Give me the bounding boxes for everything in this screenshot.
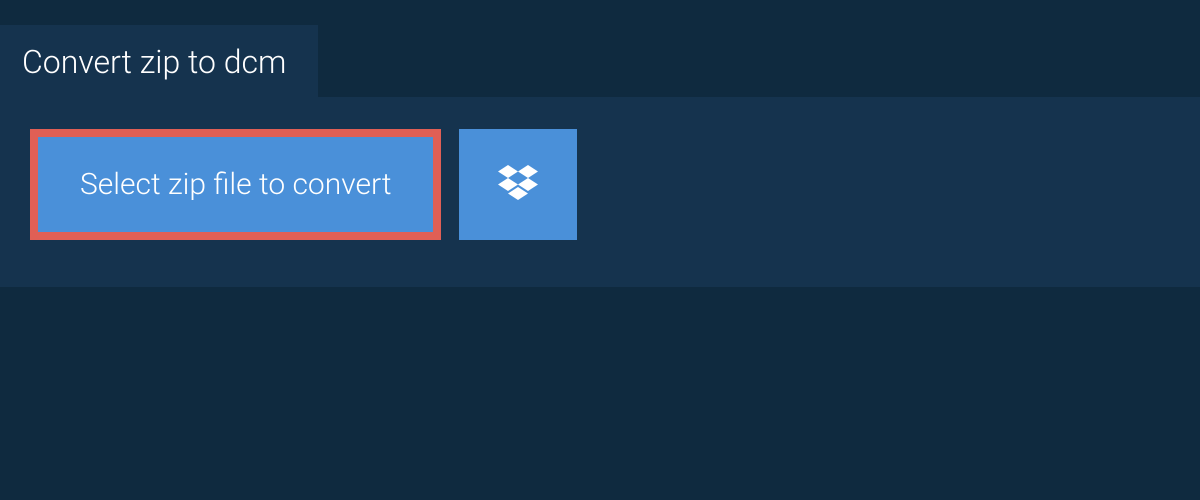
button-row: Select zip file to convert: [30, 129, 1170, 240]
dropbox-button[interactable]: [459, 129, 577, 240]
select-file-button[interactable]: Select zip file to convert: [30, 129, 441, 240]
select-file-label: Select zip file to convert: [80, 167, 391, 202]
dropbox-icon: [498, 164, 538, 206]
tab-convert[interactable]: Convert zip to dcm: [0, 25, 318, 99]
tab-title: Convert zip to dcm: [22, 43, 286, 81]
tab-header: Convert zip to dcm: [0, 25, 318, 99]
content-panel: Select zip file to convert: [0, 97, 1200, 287]
